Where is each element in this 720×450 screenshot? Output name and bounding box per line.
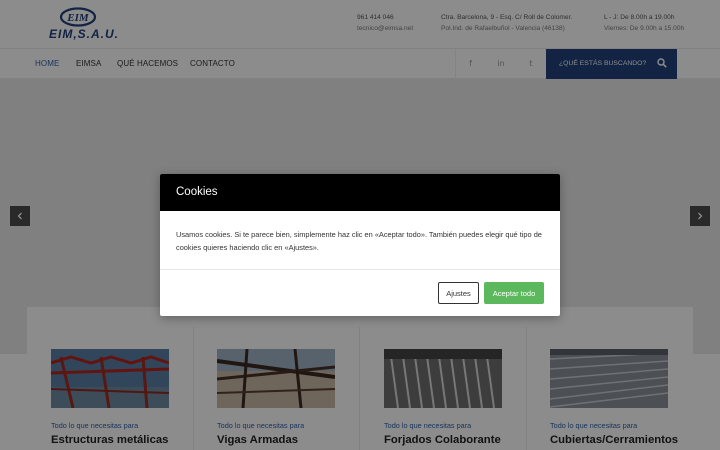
- cookie-settings-button[interactable]: Ajustes: [438, 282, 479, 304]
- cookie-dialog-header: Cookies: [160, 174, 560, 211]
- cookie-dialog-title: Cookies: [176, 186, 218, 198]
- cookie-dialog-text: Usamos cookies. Si te parece bien, simpl…: [176, 230, 542, 252]
- divider: [160, 269, 560, 270]
- accept-all-button[interactable]: Aceptar todo: [484, 282, 544, 304]
- cookie-dialog: Cookies Usamos cookies. Si te parece bie…: [160, 174, 560, 316]
